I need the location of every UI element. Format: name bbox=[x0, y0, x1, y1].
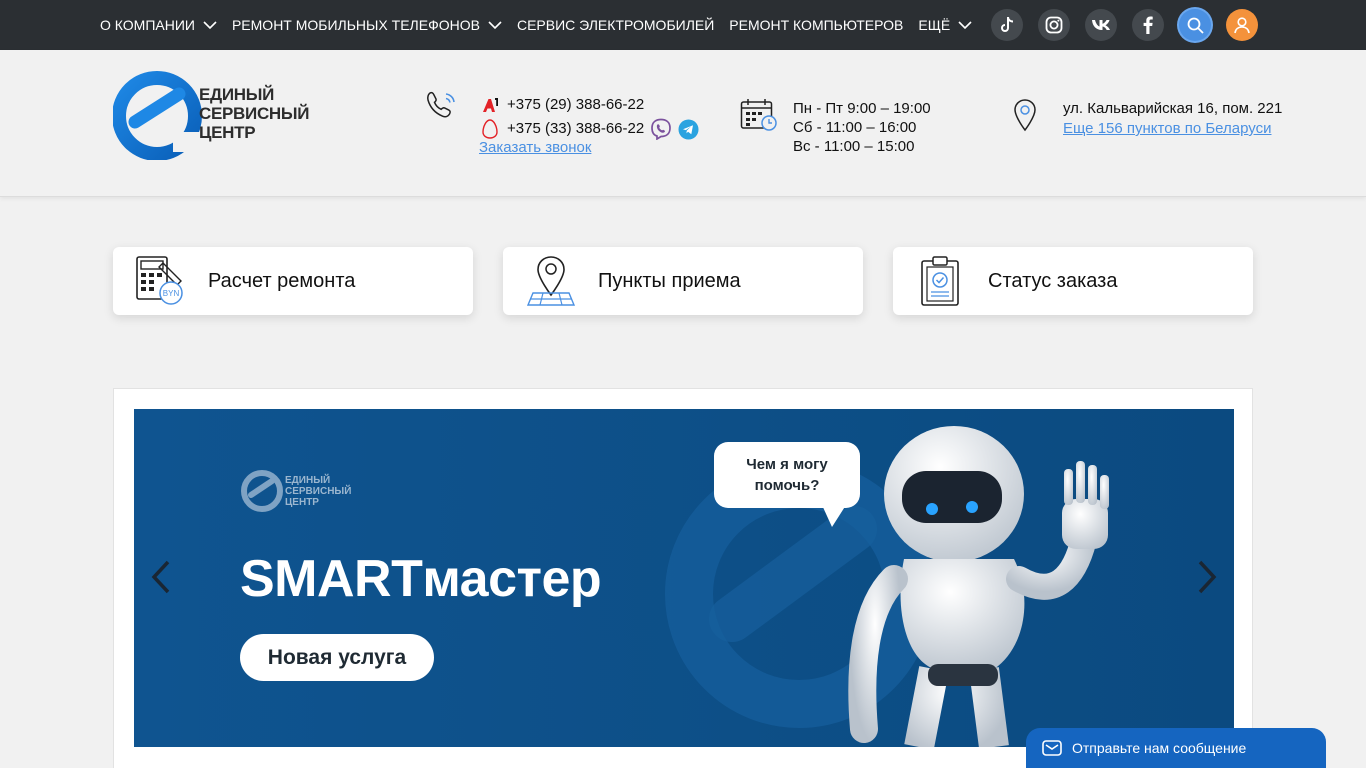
chevron-down-icon bbox=[958, 20, 972, 29]
calendar-clock-icon bbox=[740, 99, 777, 131]
tiktok-icon[interactable] bbox=[991, 9, 1023, 41]
user-icon[interactable] bbox=[1226, 9, 1258, 41]
chevron-down-icon bbox=[203, 20, 217, 29]
card-points-label: Пункты приема bbox=[598, 269, 741, 292]
address-text: ул. Кальварийская 16, пом. 221 bbox=[1063, 100, 1283, 117]
logo-mark-icon bbox=[113, 71, 203, 160]
chat-widget-label: Отправьте нам сообщение bbox=[1072, 740, 1247, 756]
top-navbar: О КОМПАНИИ РЕМОНТ МОБИЛЬНЫХ ТЕЛЕФОНОВ СЕ… bbox=[0, 0, 1366, 50]
logo-text: ЕДИНЫЙ СЕРВИСНЫЙ ЦЕНТР bbox=[199, 85, 310, 142]
nav-about[interactable]: О КОМПАНИИ bbox=[100, 17, 217, 33]
nav-phone-repair[interactable]: РЕМОНТ МОБИЛЬНЫХ ТЕЛЕФОНОВ bbox=[232, 17, 502, 33]
a1-operator-icon bbox=[482, 97, 502, 113]
banner-title: SMARTмастер bbox=[240, 550, 602, 608]
search-icon[interactable] bbox=[1179, 9, 1211, 41]
nav-ev-service-label: СЕРВИС ЭЛЕКТРОМОБИЛЕЙ bbox=[516, 17, 715, 33]
mts-operator-icon bbox=[482, 119, 502, 139]
viber-icon[interactable] bbox=[650, 118, 672, 140]
more-points-link[interactable]: Еще 156 пунктов по Беларуси bbox=[1063, 120, 1272, 137]
vk-icon[interactable] bbox=[1085, 9, 1117, 41]
working-hours: Пн - Пт 9:00 – 19:00 Сб - 11:00 – 16:00 … bbox=[793, 99, 931, 156]
chevron-down-icon bbox=[488, 20, 502, 29]
card-order-status-label: Статус заказа bbox=[988, 269, 1118, 292]
address-block: ул. Кальварийская 16, пом. 221 Еще 156 п… bbox=[1063, 99, 1282, 139]
nav-more-label: ЕЩЁ bbox=[918, 17, 951, 33]
card-repair-calc[interactable]: BYN Расчет ремонта bbox=[113, 247, 473, 315]
card-points[interactable]: Пункты приема bbox=[503, 247, 863, 315]
phone-a1-number: +375 (29) 388-66-22 bbox=[507, 96, 645, 113]
phone-list: +375 (29) 388-66-22 +375 (33) 388-66-22 bbox=[482, 93, 699, 141]
callback-link[interactable]: Заказать звонок bbox=[479, 139, 591, 156]
calculator-icon: BYN bbox=[113, 255, 208, 307]
card-repair-calc-label: Расчет ремонта bbox=[208, 269, 356, 292]
promo-banner[interactable]: ЕДИНЫЙ СЕРВИСНЫЙ ЦЕНТР SMARTмастер Новая… bbox=[134, 409, 1234, 747]
nav-about-label: О КОМПАНИИ bbox=[100, 17, 195, 33]
card-order-status[interactable]: Статус заказа bbox=[893, 247, 1253, 315]
phone-mts-number: +375 (33) 388-66-22 bbox=[507, 120, 645, 137]
phone-mts[interactable]: +375 (33) 388-66-22 bbox=[482, 117, 699, 141]
telegram-icon[interactable] bbox=[678, 119, 699, 140]
nav-computer-repair-label: РЕМОНТ КОМПЬЮТЕРОВ bbox=[729, 17, 904, 33]
nav-more[interactable]: ЕЩЁ bbox=[918, 17, 972, 33]
banner-logo: ЕДИНЫЙ СЕРВИСНЫЙ ЦЕНТР bbox=[239, 467, 359, 522]
location-map-icon bbox=[503, 255, 598, 307]
chat-widget-button[interactable]: Отправьте нам сообщение bbox=[1026, 728, 1326, 768]
social-links bbox=[991, 9, 1258, 41]
svg-text:BYN: BYN bbox=[162, 289, 179, 298]
nav-computer-repair[interactable]: РЕМОНТ КОМПЬЮТЕРОВ bbox=[729, 17, 903, 33]
clipboard-check-icon bbox=[893, 255, 988, 307]
slider-prev-arrow-icon[interactable] bbox=[150, 559, 172, 595]
site-header: ЕДИНЫЙ СЕРВИСНЫЙ ЦЕНТР +375 (29) 388-66-… bbox=[0, 50, 1366, 197]
main-nav: О КОМПАНИИ РЕМОНТ МОБИЛЬНЫХ ТЕЛЕФОНОВ СЕ… bbox=[100, 0, 987, 50]
site-logo[interactable]: ЕДИНЫЙ СЕРВИСНЫЙ ЦЕНТР bbox=[113, 70, 323, 160]
hours-sunday: Вс - 11:00 – 15:00 bbox=[793, 138, 915, 155]
slider-next-arrow-icon[interactable] bbox=[1196, 559, 1218, 595]
banner-new-service-button[interactable]: Новая услуга bbox=[240, 634, 434, 681]
facebook-icon[interactable] bbox=[1132, 9, 1164, 41]
instagram-icon[interactable] bbox=[1038, 9, 1070, 41]
location-pin-icon bbox=[1014, 99, 1036, 132]
phone-a1[interactable]: +375 (29) 388-66-22 bbox=[482, 93, 699, 117]
robot-illustration bbox=[848, 426, 1109, 747]
promo-slider: ЕДИНЫЙ СЕРВИСНЫЙ ЦЕНТР SMARTмастер Новая… bbox=[113, 388, 1253, 768]
mail-icon bbox=[1042, 740, 1062, 756]
nav-ev-service[interactable]: СЕРВИС ЭЛЕКТРОМОБИЛЕЙ bbox=[517, 17, 714, 33]
hours-saturday: Сб - 11:00 – 16:00 bbox=[793, 119, 917, 136]
nav-phone-repair-label: РЕМОНТ МОБИЛЬНЫХ ТЕЛЕФОНОВ bbox=[231, 17, 480, 33]
phone-icon bbox=[427, 91, 455, 118]
hours-weekdays: Пн - Пт 9:00 – 19:00 bbox=[793, 100, 931, 117]
